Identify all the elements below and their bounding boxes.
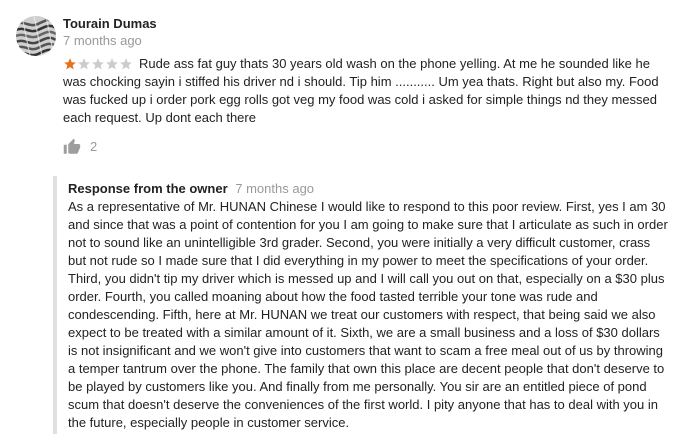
owner-response: Response from the owner 7 months ago As … — [53, 176, 673, 434]
owner-response-header: Response from the owner 7 months ago — [68, 180, 314, 198]
review-text: Rude ass fat guy thats 30 years old wash… — [63, 56, 659, 125]
owner-response-text: As a representative of Mr. HUNAN Chinese… — [68, 199, 668, 430]
helpful-count: 2 — [90, 139, 98, 154]
review-time: 7 months ago — [63, 33, 142, 48]
author-name[interactable]: Tourain Dumas — [63, 16, 157, 32]
avatar-image — [16, 16, 56, 56]
avatar[interactable] — [16, 16, 56, 56]
helpful-button[interactable]: 2 — [63, 138, 97, 156]
thumbs-up-icon — [63, 138, 81, 154]
owner-response-time: 7 months ago — [235, 181, 315, 196]
review-card: Tourain Dumas 7 months ago Rude ass fat … — [0, 0, 676, 447]
owner-response-title: Response from the owner — [68, 181, 228, 196]
